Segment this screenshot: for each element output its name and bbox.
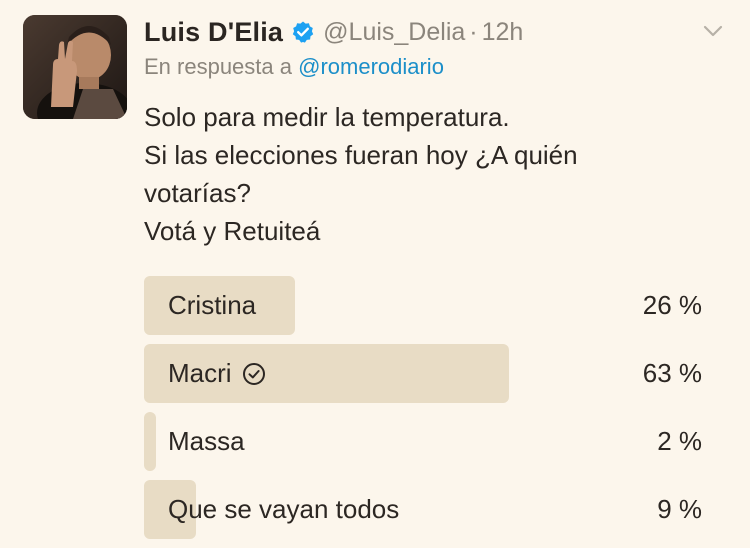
author-handle[interactable]: @Luis_Delia: [323, 18, 465, 47]
poll-option-massa[interactable]: Massa 2 %: [144, 412, 724, 471]
poll-option-text: Macri: [168, 358, 232, 388]
check-circle-icon: [242, 362, 266, 386]
reply-context: En respuesta a @romerodiario: [144, 54, 444, 80]
poll-option-text: Que se vayan todos: [168, 494, 400, 524]
poll: Cristina 26 % Macri 63 % Massa 2 % Que s…: [144, 276, 724, 548]
tweet-text-line: Votá y Retuiteá: [144, 216, 321, 246]
tweet-card: Luis D'Elia @Luis_Delia · 12h En respues…: [0, 0, 750, 548]
poll-option-percent: 26 %: [642, 290, 702, 320]
poll-option-que-se-vayan-todos[interactable]: Que se vayan todos 9 %: [144, 480, 724, 539]
tweet-header: Luis D'Elia @Luis_Delia · 12h: [144, 12, 730, 52]
separator-dot: ·: [469, 17, 478, 46]
chevron-down-icon[interactable]: [702, 20, 724, 42]
poll-option-label: Que se vayan todos: [168, 480, 399, 539]
avatar-image: [23, 15, 127, 119]
tweet-text-line: Si las elecciones fueran hoy ¿A quién: [144, 140, 578, 170]
poll-option-percent: 9 %: [657, 494, 702, 524]
reply-prefix: En respuesta a: [144, 54, 292, 79]
avatar[interactable]: [23, 15, 127, 119]
poll-option-label: Macri: [168, 344, 266, 403]
tweet-text-line: votarías?: [144, 178, 251, 208]
poll-option-label: Cristina: [168, 276, 256, 335]
author-name[interactable]: Luis D'Elia: [144, 17, 283, 48]
poll-option-macri[interactable]: Macri 63 %: [144, 344, 724, 403]
poll-option-text: Cristina: [168, 290, 257, 320]
tweet-text: Solo para medir la temperatura. Si las e…: [144, 98, 724, 250]
poll-option-label: Massa: [168, 412, 245, 471]
poll-option-percent: 63 %: [642, 358, 702, 388]
poll-option-text: Massa: [168, 426, 245, 456]
poll-option-percent: 2 %: [657, 426, 702, 456]
reply-mention-link[interactable]: @romerodiario: [298, 54, 444, 79]
tweet-text-line: Solo para medir la temperatura.: [144, 102, 510, 132]
poll-option-cristina[interactable]: Cristina 26 %: [144, 276, 724, 335]
tweet-timestamp[interactable]: 12h: [482, 18, 524, 47]
verified-badge-icon: [291, 20, 315, 44]
poll-bar: [144, 412, 156, 471]
